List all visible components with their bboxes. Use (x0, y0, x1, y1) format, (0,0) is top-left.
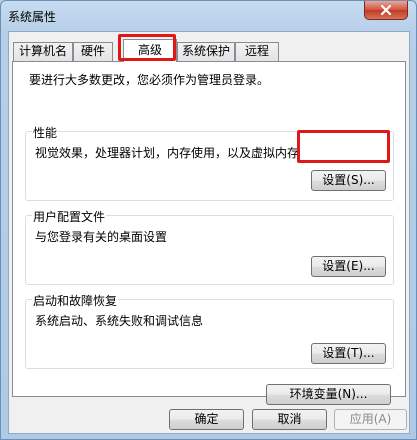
close-icon (380, 5, 392, 15)
user-profiles-settings-button[interactable]: 设置(E)... (311, 256, 386, 277)
ok-button[interactable]: 确定 (169, 409, 244, 430)
performance-description: 视觉效果，处理器计划，内存使用，以及虚拟内存 (35, 146, 300, 160)
performance-group: 性能 视觉效果，处理器计划，内存使用，以及虚拟内存 设置(S)... (25, 124, 394, 201)
apply-button[interactable]: 应用(A) (334, 409, 407, 430)
performance-settings-button[interactable]: 设置(S)... (311, 170, 386, 191)
tab-remote[interactable]: 远程 (235, 42, 279, 61)
startup-recovery-group-title: 启动和故障恢复 (32, 292, 119, 309)
close-button[interactable] (364, 1, 408, 20)
performance-group-title: 性能 (32, 124, 59, 141)
tab-hardware[interactable]: 硬件 (73, 42, 113, 61)
user-profiles-description: 与您登录有关的桌面设置 (35, 230, 168, 244)
tab-system-protection[interactable]: 系统保护 (177, 42, 235, 61)
startup-recovery-settings-button[interactable]: 设置(T)... (311, 343, 386, 364)
cancel-button[interactable]: 取消 (252, 409, 327, 430)
title-bar[interactable]: 系统属性 (1, 1, 416, 31)
system-properties-window: 系统属性 计算机名 硬件 高级 系统保护 远程 要进行大多数更改，您必须作为管理… (0, 0, 417, 440)
tab-computer-name[interactable]: 计算机名 (13, 42, 73, 61)
user-profiles-group: 用户配置文件 与您登录有关的桌面设置 设置(E)... (25, 208, 394, 285)
advanced-tab-panel: 要进行大多数更改，您必须作为管理员登录。 性能 视觉效果，处理器计划，内存使用，… (12, 61, 406, 405)
tab-advanced[interactable]: 高级 (123, 39, 177, 62)
startup-recovery-group: 启动和故障恢复 系统启动、系统失败和调试信息 设置(T)... (25, 292, 394, 369)
admin-notice: 要进行大多数更改，您必须作为管理员登录。 (29, 73, 270, 87)
startup-recovery-description: 系统启动、系统失败和调试信息 (35, 314, 204, 328)
environment-variables-button[interactable]: 环境变量(N)... (266, 384, 391, 405)
dialog-client-area: 计算机名 硬件 高级 系统保护 远程 要进行大多数更改，您必须作为管理员登录。 … (8, 31, 410, 434)
window-title: 系统属性 (8, 10, 57, 24)
user-profiles-group-title: 用户配置文件 (32, 208, 107, 225)
